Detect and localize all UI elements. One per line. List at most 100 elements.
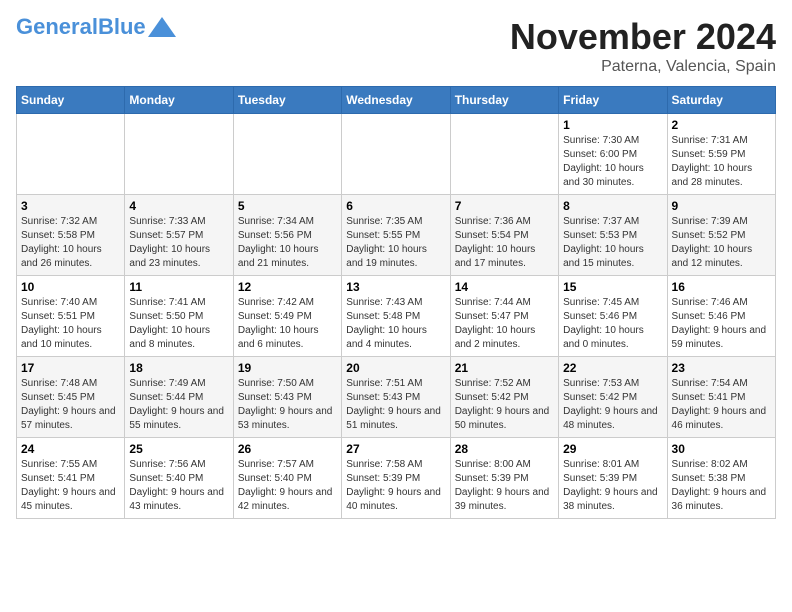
day-info: Sunrise: 7:46 AM Sunset: 5:46 PM Dayligh… — [672, 296, 771, 352]
day-info: Sunrise: 8:01 AM Sunset: 5:39 PM Dayligh… — [563, 458, 662, 514]
day-of-week-tuesday: Tuesday — [233, 87, 341, 114]
day-of-week-saturday: Saturday — [667, 87, 775, 114]
calendar-cell: 28 Sunrise: 8:00 AM Sunset: 5:39 PM Dayli… — [450, 438, 558, 519]
day-number: 5 — [238, 199, 337, 213]
day-number: 7 — [455, 199, 554, 213]
day-number: 8 — [563, 199, 662, 213]
calendar-cell: 5 Sunrise: 7:34 AM Sunset: 5:56 PM Daylig… — [233, 195, 341, 276]
day-info: Sunrise: 7:55 AM Sunset: 5:41 PM Dayligh… — [21, 458, 120, 514]
calendar-cell: 11 Sunrise: 7:41 AM Sunset: 5:50 PM Dayli… — [125, 276, 233, 357]
day-info: Sunrise: 7:32 AM Sunset: 5:58 PM Dayligh… — [21, 215, 120, 271]
day-info: Sunrise: 7:39 AM Sunset: 5:52 PM Dayligh… — [672, 215, 771, 271]
day-number: 15 — [563, 280, 662, 294]
day-info: Sunrise: 7:45 AM Sunset: 5:46 PM Dayligh… — [563, 296, 662, 352]
day-number: 6 — [346, 199, 445, 213]
calendar-cell: 10 Sunrise: 7:40 AM Sunset: 5:51 PM Dayli… — [17, 276, 125, 357]
location: Paterna, Valencia, Spain — [510, 58, 776, 76]
calendar-cell: 2 Sunrise: 7:31 AM Sunset: 5:59 PM Daylig… — [667, 114, 775, 195]
page-header: GeneralBlue November 2024 Paterna, Valen… — [16, 16, 776, 76]
calendar-week-5: 24 Sunrise: 7:55 AM Sunset: 5:41 PM Dayli… — [17, 438, 776, 519]
day-number: 24 — [21, 442, 120, 456]
day-info: Sunrise: 7:57 AM Sunset: 5:40 PM Dayligh… — [238, 458, 337, 514]
calendar-cell — [17, 114, 125, 195]
day-info: Sunrise: 7:33 AM Sunset: 5:57 PM Dayligh… — [129, 215, 228, 271]
calendar-cell: 1 Sunrise: 7:30 AM Sunset: 6:00 PM Daylig… — [559, 114, 667, 195]
calendar-cell: 19Sunrise: 7:50 AM Sunset: 5:43 PM Dayli… — [233, 357, 341, 438]
logo-text: GeneralBlue — [16, 16, 146, 38]
logo-icon — [148, 17, 176, 37]
day-number: 4 — [129, 199, 228, 213]
calendar-cell: 25Sunrise: 7:56 AM Sunset: 5:40 PM Dayli… — [125, 438, 233, 519]
calendar-cell: 22 Sunrise: 7:53 AM Sunset: 5:42 PM Dayli… — [559, 357, 667, 438]
day-number: 1 — [563, 118, 662, 132]
day-info: Sunrise: 7:34 AM Sunset: 5:56 PM Dayligh… — [238, 215, 337, 271]
day-number: 9 — [672, 199, 771, 213]
calendar-cell: 26 Sunrise: 7:57 AM Sunset: 5:40 PM Dayli… — [233, 438, 341, 519]
calendar-cell: 20 Sunrise: 7:51 AM Sunset: 5:43 PM Dayli… — [342, 357, 450, 438]
day-info: Sunrise: 7:30 AM Sunset: 6:00 PM Dayligh… — [563, 134, 662, 190]
calendar-cell: 21Sunrise: 7:52 AM Sunset: 5:42 PM Dayli… — [450, 357, 558, 438]
day-number: 26 — [238, 442, 337, 456]
day-number: 16 — [672, 280, 771, 294]
day-of-week-monday: Monday — [125, 87, 233, 114]
calendar-cell: 13 Sunrise: 7:43 AM Sunset: 5:48 PM Dayli… — [342, 276, 450, 357]
day-number: 18 — [129, 361, 228, 375]
calendar-cell: 27 Sunrise: 7:58 AM Sunset: 5:39 PM Dayli… — [342, 438, 450, 519]
calendar-cell: 16 Sunrise: 7:46 AM Sunset: 5:46 PM Dayli… — [667, 276, 775, 357]
day-number: 27 — [346, 442, 445, 456]
day-number: 10 — [21, 280, 120, 294]
day-info: Sunrise: 7:31 AM Sunset: 5:59 PM Dayligh… — [672, 134, 771, 190]
day-info: Sunrise: 7:58 AM Sunset: 5:39 PM Dayligh… — [346, 458, 445, 514]
calendar-cell: 6 Sunrise: 7:35 AM Sunset: 5:55 PM Daylig… — [342, 195, 450, 276]
day-info: Sunrise: 7:49 AM Sunset: 5:44 PM Dayligh… — [129, 377, 228, 433]
calendar-cell: 24 Sunrise: 7:55 AM Sunset: 5:41 PM Dayli… — [17, 438, 125, 519]
day-number: 17 — [21, 361, 120, 375]
calendar-cell: 18 Sunrise: 7:49 AM Sunset: 5:44 PM Dayli… — [125, 357, 233, 438]
calendar-cell: 9 Sunrise: 7:39 AM Sunset: 5:52 PM Daylig… — [667, 195, 775, 276]
day-info: Sunrise: 7:53 AM Sunset: 5:42 PM Dayligh… — [563, 377, 662, 433]
calendar-week-3: 10 Sunrise: 7:40 AM Sunset: 5:51 PM Dayli… — [17, 276, 776, 357]
day-number: 2 — [672, 118, 771, 132]
day-of-week-friday: Friday — [559, 87, 667, 114]
day-info: Sunrise: 8:02 AM Sunset: 5:38 PM Dayligh… — [672, 458, 771, 514]
day-number: 29 — [563, 442, 662, 456]
calendar-cell — [233, 114, 341, 195]
calendar-cell: 30 Sunrise: 8:02 AM Sunset: 5:38 PM Dayli… — [667, 438, 775, 519]
logo: GeneralBlue — [16, 16, 176, 38]
calendar-cell: 8Sunrise: 7:37 AM Sunset: 5:53 PM Daylig… — [559, 195, 667, 276]
calendar-cell: 15 Sunrise: 7:45 AM Sunset: 5:46 PM Dayli… — [559, 276, 667, 357]
day-number: 19 — [238, 361, 337, 375]
month-title: November 2024 — [510, 16, 776, 58]
day-info: Sunrise: 7:52 AM Sunset: 5:42 PM Dayligh… — [455, 377, 554, 433]
day-info: Sunrise: 7:51 AM Sunset: 5:43 PM Dayligh… — [346, 377, 445, 433]
day-number: 20 — [346, 361, 445, 375]
calendar-cell: 17 Sunrise: 7:48 AM Sunset: 5:45 PM Dayli… — [17, 357, 125, 438]
day-info: Sunrise: 7:48 AM Sunset: 5:45 PM Dayligh… — [21, 377, 120, 433]
day-of-week-sunday: Sunday — [17, 87, 125, 114]
day-info: Sunrise: 8:00 AM Sunset: 5:39 PM Dayligh… — [455, 458, 554, 514]
day-info: Sunrise: 7:41 AM Sunset: 5:50 PM Dayligh… — [129, 296, 228, 352]
day-number: 11 — [129, 280, 228, 294]
day-of-week-wednesday: Wednesday — [342, 87, 450, 114]
calendar-cell: 12Sunrise: 7:42 AM Sunset: 5:49 PM Dayli… — [233, 276, 341, 357]
calendar-cell: 14Sunrise: 7:44 AM Sunset: 5:47 PM Dayli… — [450, 276, 558, 357]
day-number: 28 — [455, 442, 554, 456]
day-info: Sunrise: 7:40 AM Sunset: 5:51 PM Dayligh… — [21, 296, 120, 352]
day-info: Sunrise: 7:44 AM Sunset: 5:47 PM Dayligh… — [455, 296, 554, 352]
calendar-cell — [342, 114, 450, 195]
calendar-cell: 29 Sunrise: 8:01 AM Sunset: 5:39 PM Dayli… — [559, 438, 667, 519]
calendar-week-1: 1 Sunrise: 7:30 AM Sunset: 6:00 PM Daylig… — [17, 114, 776, 195]
day-info: Sunrise: 7:35 AM Sunset: 5:55 PM Dayligh… — [346, 215, 445, 271]
calendar-cell: 23Sunrise: 7:54 AM Sunset: 5:41 PM Dayli… — [667, 357, 775, 438]
day-number: 22 — [563, 361, 662, 375]
calendar-week-2: 3 Sunrise: 7:32 AM Sunset: 5:58 PM Daylig… — [17, 195, 776, 276]
day-number: 13 — [346, 280, 445, 294]
calendar-cell — [450, 114, 558, 195]
day-info: Sunrise: 7:43 AM Sunset: 5:48 PM Dayligh… — [346, 296, 445, 352]
day-number: 25 — [129, 442, 228, 456]
day-number: 30 — [672, 442, 771, 456]
day-number: 3 — [21, 199, 120, 213]
calendar-cell: 7Sunrise: 7:36 AM Sunset: 5:54 PM Daylig… — [450, 195, 558, 276]
calendar-table: SundayMondayTuesdayWednesdayThursdayFrid… — [16, 86, 776, 519]
calendar-cell: 4 Sunrise: 7:33 AM Sunset: 5:57 PM Daylig… — [125, 195, 233, 276]
